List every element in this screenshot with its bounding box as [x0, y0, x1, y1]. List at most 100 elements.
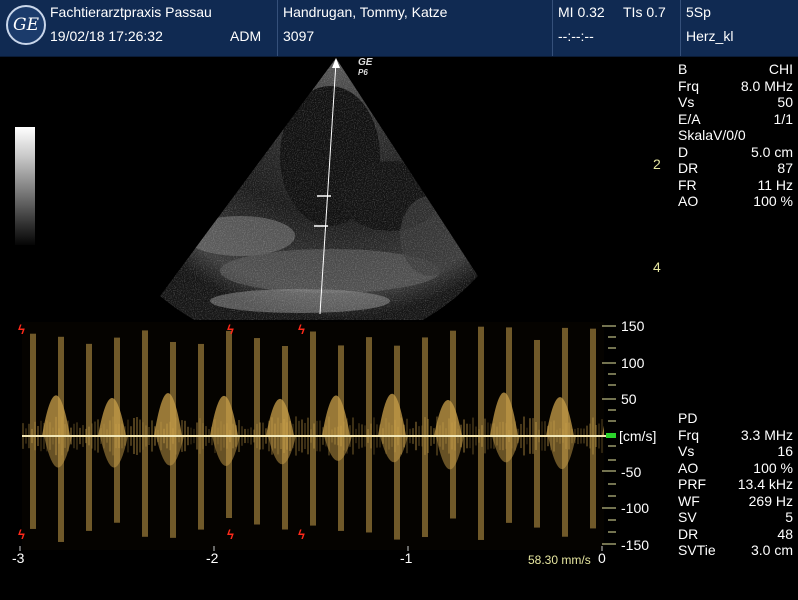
flow-hump [436, 436, 464, 470]
param-key: SkalaV/0/0 [678, 127, 746, 143]
header-divider [680, 0, 681, 56]
param-key: Vs [678, 94, 695, 110]
param-value: 269 Hz [748, 492, 793, 509]
depth-label: 2 [653, 156, 661, 172]
flow-hump [492, 436, 520, 463]
time-label: 0 [598, 550, 606, 566]
spectrum-spike [478, 326, 484, 540]
flow-hump [548, 436, 576, 470]
param-key: Frq [678, 426, 699, 443]
header-divider [552, 0, 553, 56]
param-key: DR [678, 160, 699, 176]
probe-mark: P6 [358, 68, 368, 77]
param-value: 16 [777, 443, 793, 459]
flow-hump [434, 399, 462, 436]
flow-hump [322, 395, 350, 436]
flow-hump [268, 436, 296, 465]
param-value: 50 [777, 94, 793, 110]
flow-hump [546, 397, 574, 436]
flow-hump [154, 393, 182, 436]
operator-id: ADM [230, 28, 262, 44]
velocity-label-50: 50 [621, 391, 637, 407]
ecg-trigger-icon: ϟ [227, 322, 234, 337]
flow-hump [380, 436, 408, 463]
spectrum-spike [422, 337, 428, 538]
probe-orientation-mark: GE P6 [358, 58, 372, 78]
doppler-baseline[interactable] [22, 435, 607, 437]
velocity-label-100: 100 [621, 355, 645, 371]
bmode-image [160, 58, 478, 320]
param-key: FR [678, 176, 697, 193]
param-value: 3.3 MHz [740, 426, 793, 443]
velocity-unit: [cm/s] [619, 428, 657, 444]
sector-scan [160, 58, 478, 320]
header-bar: GE Fachtierarztpraxis Passau 19/02/18 17… [0, 0, 798, 57]
time-axis [19, 546, 603, 551]
spectrum-spike [254, 338, 260, 525]
flow-hump [42, 395, 70, 436]
mechanical-index: MI 0.32 [558, 4, 605, 20]
param-value: 3.0 cm [750, 542, 793, 558]
institution-name: Fachtierarztpraxis Passau [50, 4, 212, 20]
flow-hump [210, 395, 238, 436]
param-value: 11 Hz [757, 176, 793, 193]
param-value: 87 [777, 160, 793, 176]
param-key: E/A [678, 110, 701, 127]
depth-label: 4 [653, 259, 661, 275]
flow-hump [98, 397, 126, 436]
param-value: 100 % [753, 193, 793, 209]
spectrum-spike [30, 333, 36, 529]
velocity-label-neg50: -50 [621, 464, 642, 480]
velocity-label-neg100: -100 [621, 500, 650, 516]
flow-hump [324, 436, 352, 461]
param-value: 5.0 cm [750, 143, 793, 160]
param-key: SVTie [678, 542, 716, 558]
time-label: -1 [400, 550, 413, 566]
header-divider [277, 0, 278, 56]
flow-hump [212, 436, 240, 467]
param-value: 1/1 [773, 110, 793, 127]
patient-id: 3097 [283, 28, 315, 44]
param-value: 8.0 MHz [740, 77, 793, 94]
flow-hump [378, 393, 406, 436]
spectrum-spike [86, 343, 92, 531]
param-key: SV [678, 509, 697, 525]
param-value: 100 % [753, 459, 793, 476]
param-key: PRF [678, 476, 706, 492]
preset-name: Herz_kl [686, 28, 734, 44]
param-key: AO [678, 459, 699, 476]
patient-name: Handrugan, Tommy, Katze [283, 4, 448, 20]
probe-brand: GE [358, 57, 373, 68]
ecg-trigger-icon: ϟ [298, 527, 305, 542]
param-value: 5 [785, 509, 793, 525]
ecg-trigger-icon: ϟ [227, 527, 234, 542]
flow-hump [266, 398, 294, 436]
spectrum-spike [534, 339, 540, 528]
flow-hump [100, 436, 128, 468]
spectrum-spike [310, 331, 316, 526]
velocity-label-neg150: -150 [621, 537, 650, 553]
timer-display: --:--:-- [558, 28, 594, 44]
ecg-trigger-icon: ϟ [18, 527, 25, 542]
flow-hump [156, 436, 184, 466]
param-value: 13.4 kHz [737, 476, 793, 492]
probe-name: 5Sp [686, 4, 711, 20]
param-key: PD [678, 410, 698, 426]
param-key: Frq [678, 77, 699, 94]
spectrum-spike [142, 330, 148, 537]
param-key: Vs [678, 443, 695, 459]
thermal-index: TIs 0.7 [623, 4, 666, 20]
ecg-trigger-icon: ϟ [18, 322, 25, 337]
time-label: -3 [12, 550, 25, 566]
ecg-trigger-icon: ϟ [298, 322, 305, 337]
spectrum-spike [590, 328, 596, 529]
param-key: D [678, 143, 689, 160]
sweep-speed: 58.30 mm/s [528, 553, 591, 567]
flow-hump [44, 436, 72, 468]
velocity-label-150: 150 [621, 318, 645, 334]
param-key: DR [678, 525, 699, 542]
param-value: CHI [768, 61, 793, 77]
ge-logo: GE [6, 5, 46, 45]
flow-hump [490, 392, 518, 436]
exam-datetime: 19/02/18 17:26:32 [50, 28, 163, 44]
